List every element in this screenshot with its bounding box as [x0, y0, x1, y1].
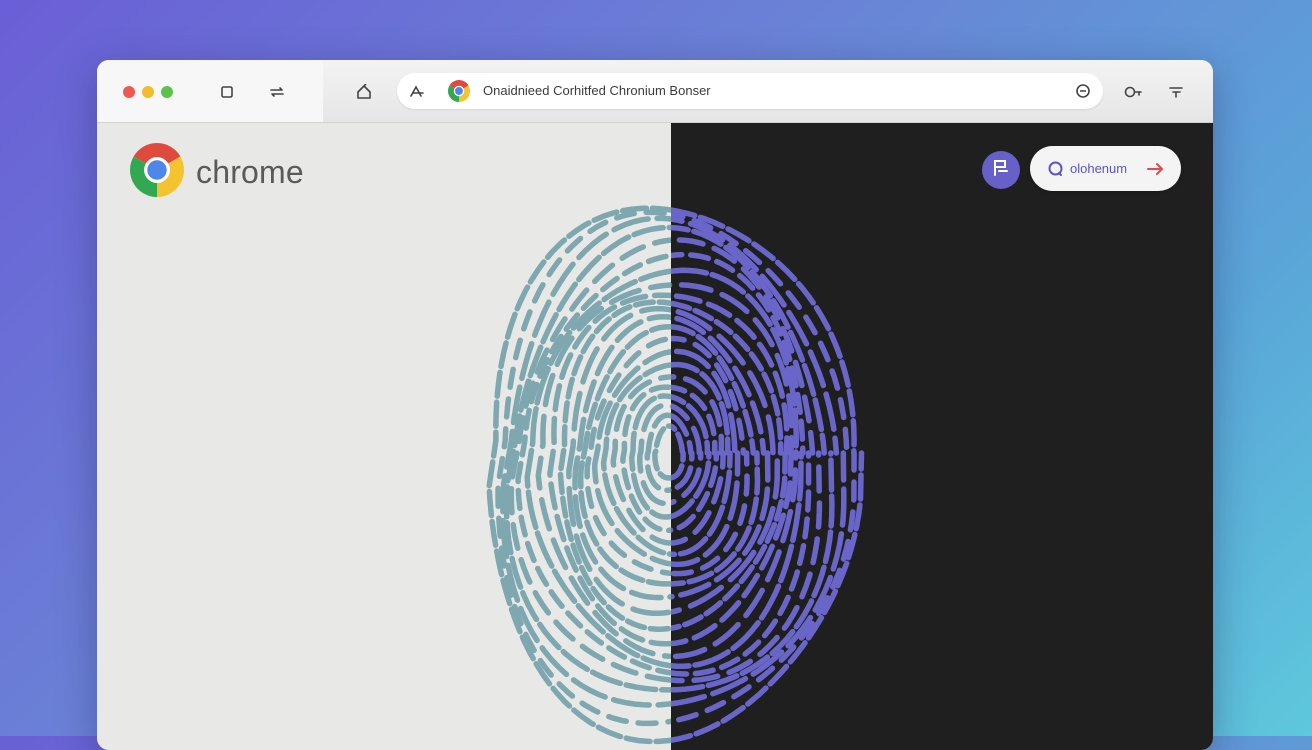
- profile-badge-icon: [992, 159, 1010, 182]
- chrome-brand: chrome: [130, 143, 304, 202]
- search-circle-icon: [1048, 161, 1064, 177]
- minimize-window-button[interactable]: [142, 86, 154, 98]
- address-bar[interactable]: Onaidnieed Corhitfed Chronium Bonser: [397, 73, 1103, 109]
- site-info-icon[interactable]: [407, 81, 427, 101]
- menu-icon[interactable]: [1166, 82, 1186, 102]
- address-text[interactable]: Onaidnieed Corhitfed Chronium Bonser: [483, 83, 711, 98]
- search-pill-button[interactable]: olohenum: [1030, 146, 1181, 191]
- browser-window: Onaidnieed Corhitfed Chronium Bonser chr…: [97, 60, 1213, 750]
- key-icon[interactable]: [1124, 82, 1144, 102]
- swap-icon[interactable]: [267, 82, 287, 102]
- search-pill-label: olohenum: [1070, 161, 1128, 176]
- page-content: chrome olohenum: [97, 123, 1213, 750]
- maximize-window-button[interactable]: [161, 86, 173, 98]
- chrome-logo-icon: [130, 143, 184, 202]
- browser-toolbar: Onaidnieed Corhitfed Chronium Bonser: [97, 60, 1213, 123]
- fingerprint-graphic: [486, 205, 865, 745]
- chrome-logo-icon: [448, 80, 470, 102]
- profile-badge-button[interactable]: [982, 151, 1020, 189]
- brand-name: chrome: [196, 154, 304, 190]
- home-icon[interactable]: [354, 82, 374, 102]
- arrow-right-icon: [1147, 162, 1165, 176]
- close-window-button[interactable]: [123, 86, 135, 98]
- refresh-icon[interactable]: [1073, 81, 1093, 101]
- tab-square-icon[interactable]: [217, 82, 237, 102]
